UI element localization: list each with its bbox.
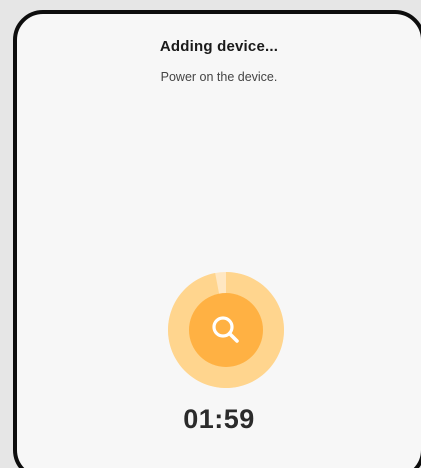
screen: Adding device... Power on the device. 01… xyxy=(0,0,421,468)
scanning-indicator xyxy=(167,271,285,389)
scanning-graphic xyxy=(168,272,284,388)
adding-device-panel: Adding device... Power on the device. 01… xyxy=(13,10,421,468)
inner-circle xyxy=(189,293,263,367)
instruction-text: Power on the device. xyxy=(160,70,278,84)
countdown-timer: 01:59 xyxy=(183,404,255,434)
page-title: Adding device... xyxy=(159,38,279,55)
